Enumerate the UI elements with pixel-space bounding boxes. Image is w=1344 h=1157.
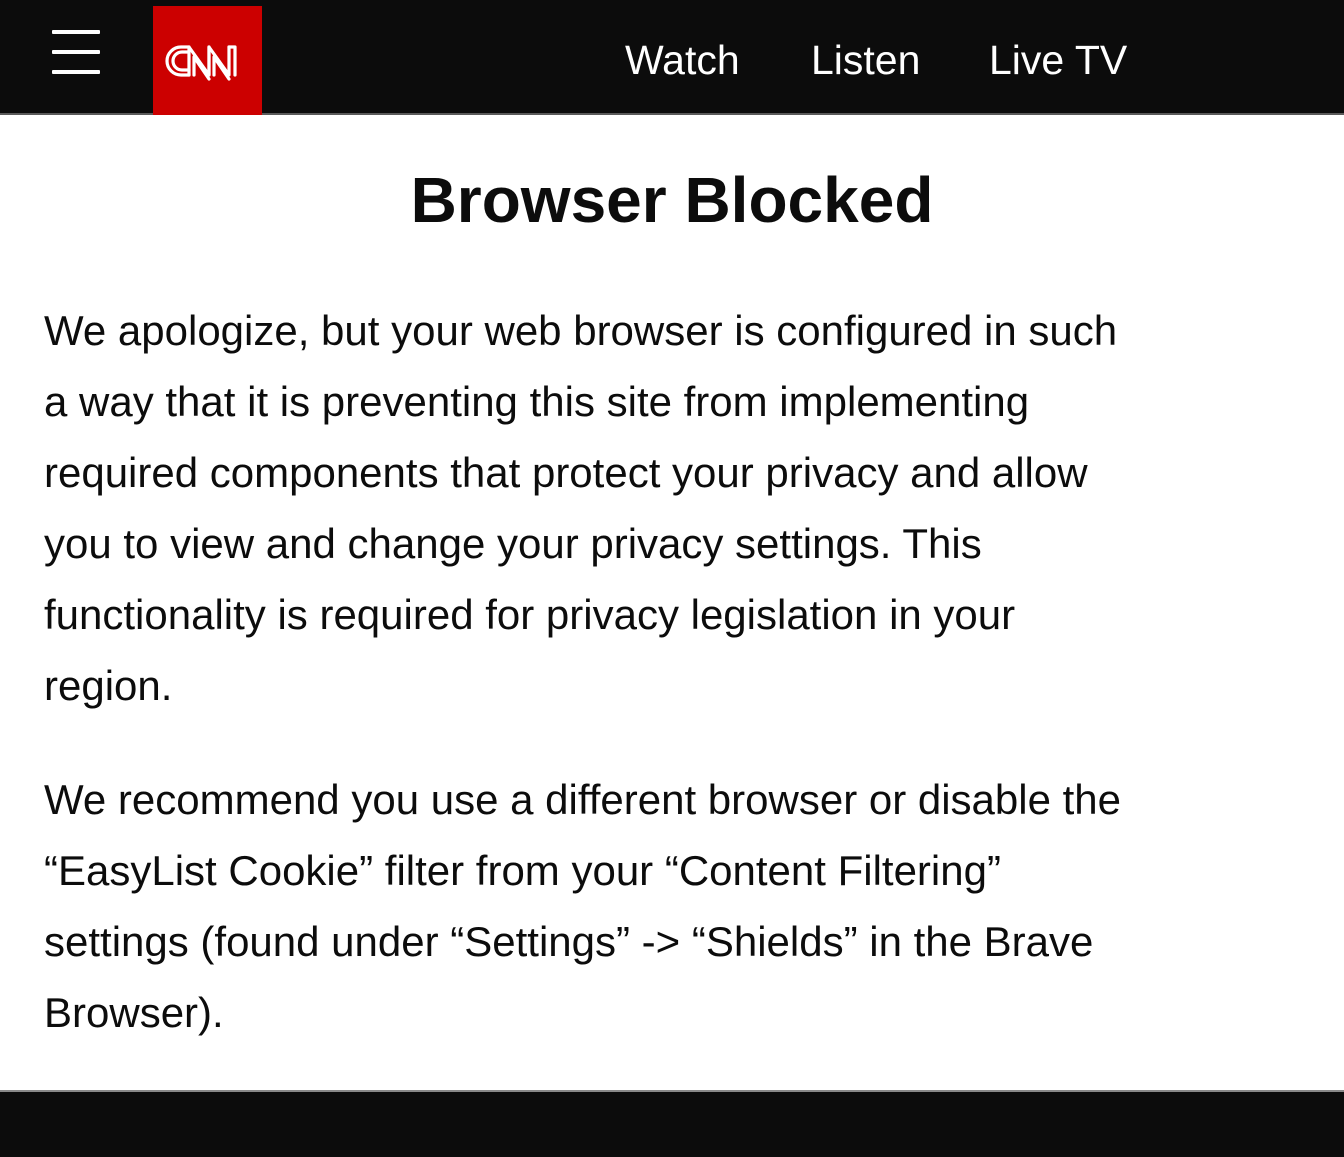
menu-bar [52,50,100,54]
paragraph-line: you to view and change your privacy sett… [44,520,982,567]
recommendation-paragraph: We recommend you use a different browser… [44,764,1300,1048]
paragraph-line: We apologize, but your web browser is co… [44,307,1118,354]
page: Watch Listen Live TV Browser Blocked We … [0,0,1344,1157]
menu-bar [52,70,100,74]
paragraph-line: functionality is required for privacy le… [44,591,1016,638]
paragraph-line: “EasyList Cookie” filter from your “Cont… [44,847,1001,894]
cnn-logo[interactable] [153,6,262,115]
paragraph-line: Browser). [44,989,224,1036]
site-footer [0,1090,1344,1157]
paragraph-line: region. [44,662,173,709]
nav-live-tv-link[interactable]: Live TV [989,36,1127,84]
paragraph-line: We recommend you use a different browser… [44,776,1122,823]
paragraph-line: a way that it is preventing this site fr… [44,378,1030,425]
nav-watch-link[interactable]: Watch [625,36,740,84]
nav-listen-link[interactable]: Listen [811,36,920,84]
blocked-message-paragraph: We apologize, but your web browser is co… [44,295,1300,721]
paragraph-line: settings (found under “Settings” -> “Shi… [44,918,1094,965]
cnn-logo-mark-icon [164,44,237,81]
page-title: Browser Blocked [410,164,934,236]
hamburger-menu-icon[interactable] [52,30,102,78]
site-header: Watch Listen Live TV [0,0,1344,115]
paragraph-line: required components that protect your pr… [44,449,1088,496]
menu-bar [52,30,100,34]
